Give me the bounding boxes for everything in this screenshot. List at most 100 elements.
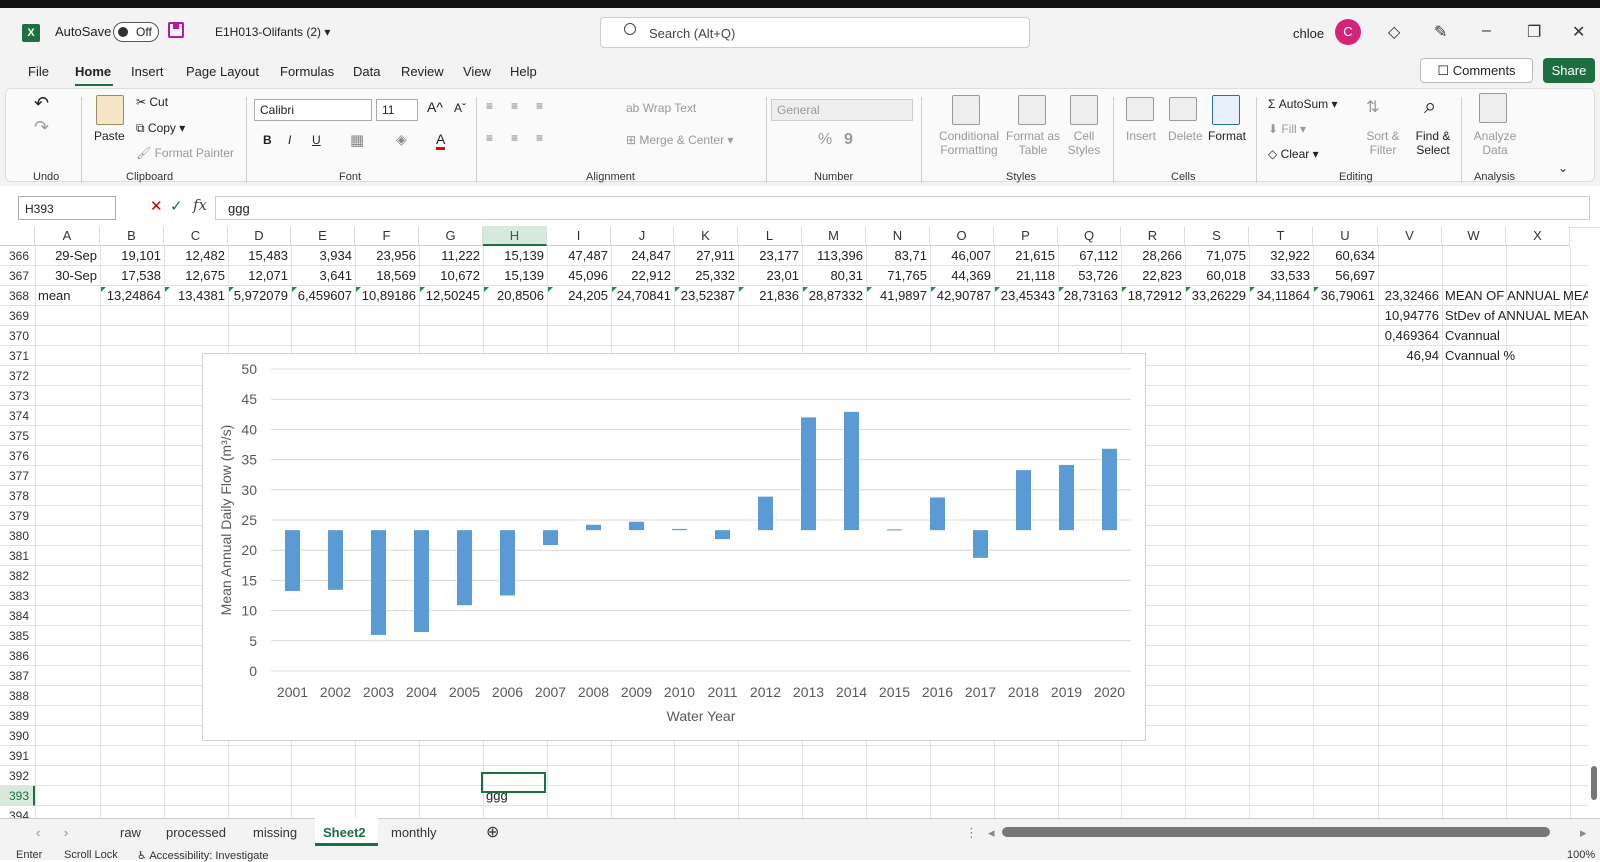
cell-g-367[interactable]: 10,672 xyxy=(419,266,483,286)
row-header-374[interactable]: 374 xyxy=(0,406,35,426)
vertical-scrollbar[interactable] xyxy=(1591,766,1597,800)
cell-n-367[interactable]: 71,765 xyxy=(866,266,930,286)
cell-d-367[interactable]: 12,071 xyxy=(228,266,291,286)
insert-cells-button[interactable]: Insert xyxy=(1126,129,1156,143)
clear-button[interactable]: ◇ Clear ▾ xyxy=(1268,147,1319,161)
zoom-level[interactable]: 100% xyxy=(1567,849,1595,861)
cell-r-367[interactable]: 22,823 xyxy=(1121,266,1185,286)
row-header-392[interactable]: 392 xyxy=(0,766,35,786)
cell-h-366[interactable]: 15,139 xyxy=(483,246,547,266)
redo-icon[interactable]: ↷ xyxy=(34,117,49,138)
font-name-select[interactable]: Calibri xyxy=(254,99,372,121)
stat-label[interactable]: StDev of ANNUAL MEAN xyxy=(1442,306,1588,326)
cell-j-366[interactable]: 24,847 xyxy=(611,246,674,266)
cell-l-367[interactable]: 23,01 xyxy=(738,266,802,286)
row-header-385[interactable]: 385 xyxy=(0,626,35,646)
minimize-icon[interactable]: – xyxy=(1482,22,1491,40)
menu-view[interactable]: View xyxy=(463,64,491,79)
row-header-393[interactable]: 393 xyxy=(0,786,35,806)
cell-e-366[interactable]: 3,934 xyxy=(291,246,355,266)
tab-monthly[interactable]: monthly xyxy=(391,825,437,840)
accessibility-status[interactable]: ♿ Accessibility: Investigate xyxy=(137,849,269,862)
cell-q-367[interactable]: 53,726 xyxy=(1058,266,1121,286)
cell-r-368[interactable]: 18,72912 xyxy=(1121,286,1185,306)
cell-t-366[interactable]: 32,922 xyxy=(1249,246,1313,266)
row-header-390[interactable]: 390 xyxy=(0,726,35,746)
column-header-l[interactable]: L xyxy=(738,226,802,246)
column-header-h[interactable]: H xyxy=(483,226,547,246)
avatar[interactable]: C xyxy=(1335,19,1361,45)
cell-q-368[interactable]: 28,73163 xyxy=(1058,286,1121,306)
paste-icon[interactable] xyxy=(96,95,124,125)
cell-b-367[interactable]: 17,538 xyxy=(100,266,164,286)
share-button[interactable]: Share xyxy=(1543,58,1595,83)
font-size-select[interactable]: 11 xyxy=(376,99,418,121)
row-header-380[interactable]: 380 xyxy=(0,526,35,546)
cell-e-367[interactable]: 3,641 xyxy=(291,266,355,286)
row-header-370[interactable]: 370 xyxy=(0,326,35,346)
stat-label[interactable]: Cvannual xyxy=(1442,326,1588,346)
cell-g-368[interactable]: 12,50245 xyxy=(419,286,483,306)
cell-c-366[interactable]: 12,482 xyxy=(164,246,228,266)
scroll-right-icon[interactable]: ▸ xyxy=(1580,825,1587,841)
row-header-389[interactable]: 389 xyxy=(0,706,35,726)
paste-button[interactable]: Paste xyxy=(94,129,125,143)
grow-font-icon[interactable]: A^ xyxy=(427,99,443,115)
column-header-s[interactable]: S xyxy=(1185,226,1249,246)
tab-split-handle-icon[interactable]: ⋮ xyxy=(965,825,978,841)
comments-button[interactable]: ☐ Comments xyxy=(1420,58,1533,83)
save-icon[interactable] xyxy=(168,22,184,38)
row-header-377[interactable]: 377 xyxy=(0,466,35,486)
row-header-384[interactable]: 384 xyxy=(0,606,35,626)
cell-t-368[interactable]: 34,11864 xyxy=(1249,286,1313,306)
align-right-icon[interactable]: ≡ xyxy=(536,131,543,145)
column-header-b[interactable]: B xyxy=(100,226,164,246)
restore-icon[interactable]: ❐ xyxy=(1527,22,1541,42)
row-header-386[interactable]: 386 xyxy=(0,646,35,666)
enter-icon[interactable]: ✓ xyxy=(170,197,183,215)
tab-missing[interactable]: missing xyxy=(253,825,297,840)
format-cells-icon[interactable] xyxy=(1212,95,1240,125)
cell-r-366[interactable]: 28,266 xyxy=(1121,246,1185,266)
menu-data[interactable]: Data xyxy=(353,64,380,79)
tab-raw[interactable]: raw xyxy=(120,825,141,840)
cell-a-368[interactable]: mean xyxy=(35,286,100,306)
row-header-371[interactable]: 371 xyxy=(0,346,35,366)
delete-cells-icon[interactable] xyxy=(1169,97,1197,121)
cell-m-368[interactable]: 28,87332 xyxy=(802,286,866,306)
column-header-a[interactable]: A xyxy=(35,226,100,246)
row-header-388[interactable]: 388 xyxy=(0,686,35,706)
cell-s-368[interactable]: 33,26229 xyxy=(1185,286,1249,306)
cell-o-366[interactable]: 46,007 xyxy=(930,246,994,266)
column-header-o[interactable]: O xyxy=(930,226,994,246)
sort-filter-button[interactable]: Sort & Filter xyxy=(1363,129,1403,157)
align-top-icon[interactable]: ≡ xyxy=(486,99,493,113)
format-painter-button[interactable]: 🖌 Format Painter xyxy=(136,146,234,160)
column-header-x[interactable]: X xyxy=(1506,226,1570,246)
column-header-j[interactable]: J xyxy=(611,226,674,246)
file-name[interactable]: E1H013-Olifants (2) ▾ xyxy=(215,25,330,39)
column-header-m[interactable]: M xyxy=(802,226,866,246)
cell-f-368[interactable]: 10,89186 xyxy=(355,286,419,306)
scroll-left-icon[interactable]: ◂ xyxy=(988,825,995,841)
cell-c-367[interactable]: 12,675 xyxy=(164,266,228,286)
tab-processed[interactable]: processed xyxy=(166,825,226,840)
name-box[interactable]: H393 xyxy=(18,196,116,220)
undo-icon[interactable]: ↶ xyxy=(34,93,49,114)
shrink-font-icon[interactable]: Aˇ xyxy=(454,101,466,115)
underline-button[interactable]: U xyxy=(312,133,321,147)
menu-review[interactable]: Review xyxy=(401,64,444,79)
row-header-367[interactable]: 367 xyxy=(0,266,35,286)
row-header-372[interactable]: 372 xyxy=(0,366,35,386)
cell-q-366[interactable]: 67,112 xyxy=(1058,246,1121,266)
next-sheet-icon[interactable]: › xyxy=(64,825,68,840)
collapse-ribbon-icon[interactable]: ⌄ xyxy=(1558,161,1568,175)
add-sheet-icon[interactable]: ⊕ xyxy=(486,822,499,842)
cell-c-368[interactable]: 13,4381 xyxy=(164,286,228,306)
cell-f-366[interactable]: 23,956 xyxy=(355,246,419,266)
menu-insert[interactable]: Insert xyxy=(131,64,164,79)
row-header-375[interactable]: 375 xyxy=(0,426,35,446)
row-header-366[interactable]: 366 xyxy=(0,246,35,266)
column-header-t[interactable]: T xyxy=(1249,226,1313,246)
menu-formulas[interactable]: Formulas xyxy=(280,64,334,79)
